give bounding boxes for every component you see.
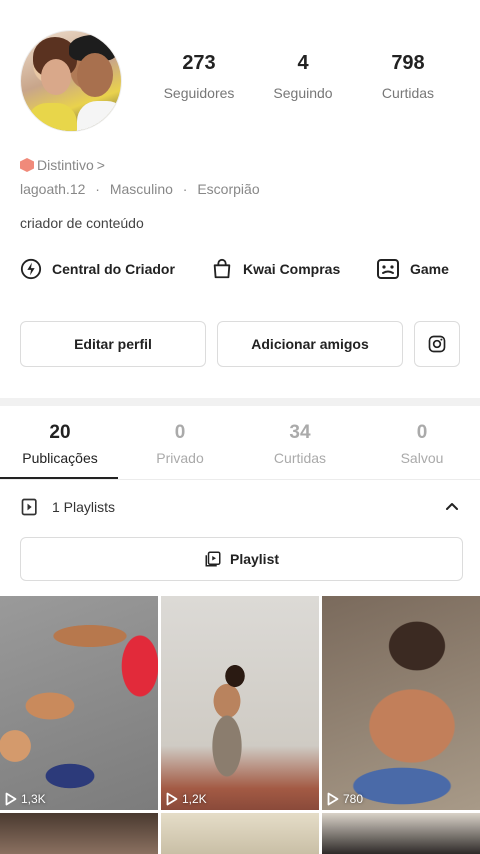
playlist-button[interactable]: Playlist bbox=[20, 537, 463, 581]
tab-divider bbox=[0, 479, 480, 480]
view-count: 780 bbox=[327, 792, 363, 806]
badge-icon bbox=[20, 158, 34, 172]
tab-count: 34 bbox=[289, 422, 311, 443]
play-icon bbox=[166, 792, 178, 806]
add-friends-button[interactable]: Adicionar amigos bbox=[217, 321, 403, 367]
playlists-summary: 1 Playlists bbox=[52, 499, 116, 515]
meta-separator: · bbox=[182, 181, 188, 197]
shortcut-creator-center[interactable]: Central do Criador bbox=[20, 258, 175, 280]
shortcut-kwai-shopping[interactable]: Kwai Compras bbox=[211, 258, 340, 280]
shortcut-label: Game bbox=[410, 261, 449, 277]
instagram-icon bbox=[428, 335, 446, 353]
avatar-photo-part bbox=[41, 59, 71, 95]
gender: Masculino bbox=[109, 181, 173, 197]
shortcut-label: Kwai Compras bbox=[243, 261, 341, 277]
gamepad-icon bbox=[377, 259, 399, 279]
tab-saved[interactable]: 0 Salvou bbox=[362, 422, 480, 466]
stat-value: 798 bbox=[391, 52, 425, 74]
video-thumbnail[interactable] bbox=[161, 813, 319, 854]
shortcut-game[interactable]: Game bbox=[376, 258, 449, 280]
stat-label: Seguindo bbox=[273, 85, 333, 101]
tab-label: Publicações bbox=[22, 450, 98, 466]
lightning-circle-icon bbox=[20, 258, 42, 280]
playlist-icon bbox=[21, 498, 37, 516]
tab-label: Salvou bbox=[400, 450, 444, 466]
stat-value: 4 bbox=[297, 52, 309, 74]
tab-label: Privado bbox=[156, 450, 204, 466]
stat-followers[interactable]: 273 Seguidores bbox=[144, 52, 254, 101]
avatar-photo-part bbox=[77, 53, 113, 97]
badge-label: Distintivo bbox=[37, 157, 94, 173]
shopping-bag-icon bbox=[213, 258, 231, 279]
edit-profile-button[interactable]: Editar perfil bbox=[20, 321, 206, 367]
video-thumbnail[interactable] bbox=[322, 813, 480, 854]
view-count-value: 780 bbox=[343, 792, 364, 806]
stat-value: 273 bbox=[182, 52, 216, 74]
stat-following[interactable]: 4 Seguindo bbox=[248, 52, 358, 101]
view-count: 1,2K bbox=[166, 792, 207, 806]
avatar-photo-part bbox=[77, 101, 121, 131]
zodiac-sign: Escorpião bbox=[197, 181, 260, 197]
tab-count: 0 bbox=[416, 422, 428, 443]
video-thumbnail[interactable]: 1,3K bbox=[0, 596, 158, 810]
playlists-header[interactable]: 1 Playlists bbox=[20, 497, 460, 517]
avatar-photo-part bbox=[27, 103, 77, 131]
video-thumbnail[interactable]: 1,2K bbox=[161, 596, 319, 810]
tab-label: Curtidas bbox=[273, 450, 327, 466]
tab-likes[interactable]: 34 Curtidas bbox=[240, 422, 360, 466]
username: lagoath.12 bbox=[20, 181, 86, 197]
view-count-value: 1,3K bbox=[21, 792, 46, 806]
chevron-right-icon: > bbox=[96, 157, 105, 173]
view-count: 1,3K bbox=[5, 792, 46, 806]
tab-private[interactable]: 0 Privado bbox=[120, 422, 240, 466]
tab-count: 0 bbox=[174, 422, 186, 443]
section-divider bbox=[0, 398, 480, 406]
playlist-icon bbox=[205, 551, 221, 567]
chevron-up-icon[interactable] bbox=[444, 499, 460, 515]
instagram-button[interactable] bbox=[414, 321, 460, 367]
tab-count: 20 bbox=[49, 422, 71, 443]
shortcut-label: Central do Criador bbox=[52, 261, 175, 277]
badge-link[interactable]: Distintivo > bbox=[20, 157, 105, 173]
video-thumbnail[interactable]: 780 bbox=[322, 596, 480, 810]
profile-avatar[interactable] bbox=[20, 30, 122, 132]
playlist-button-label: Playlist bbox=[229, 551, 280, 567]
stat-label: Curtidas bbox=[381, 85, 435, 101]
video-thumbnail[interactable] bbox=[0, 813, 158, 854]
tab-publications[interactable]: 20 Publicações bbox=[0, 422, 120, 466]
meta-separator: · bbox=[95, 181, 100, 197]
profile-bio: criador de conteúdo bbox=[20, 215, 144, 231]
profile-meta: lagoath.12 · Masculino · Escorpião bbox=[20, 181, 260, 197]
stat-likes[interactable]: 798 Curtidas bbox=[353, 52, 463, 101]
play-icon bbox=[5, 792, 17, 806]
play-icon bbox=[327, 792, 339, 806]
view-count-value: 1,2K bbox=[182, 792, 207, 806]
stat-label: Seguidores bbox=[163, 85, 235, 101]
